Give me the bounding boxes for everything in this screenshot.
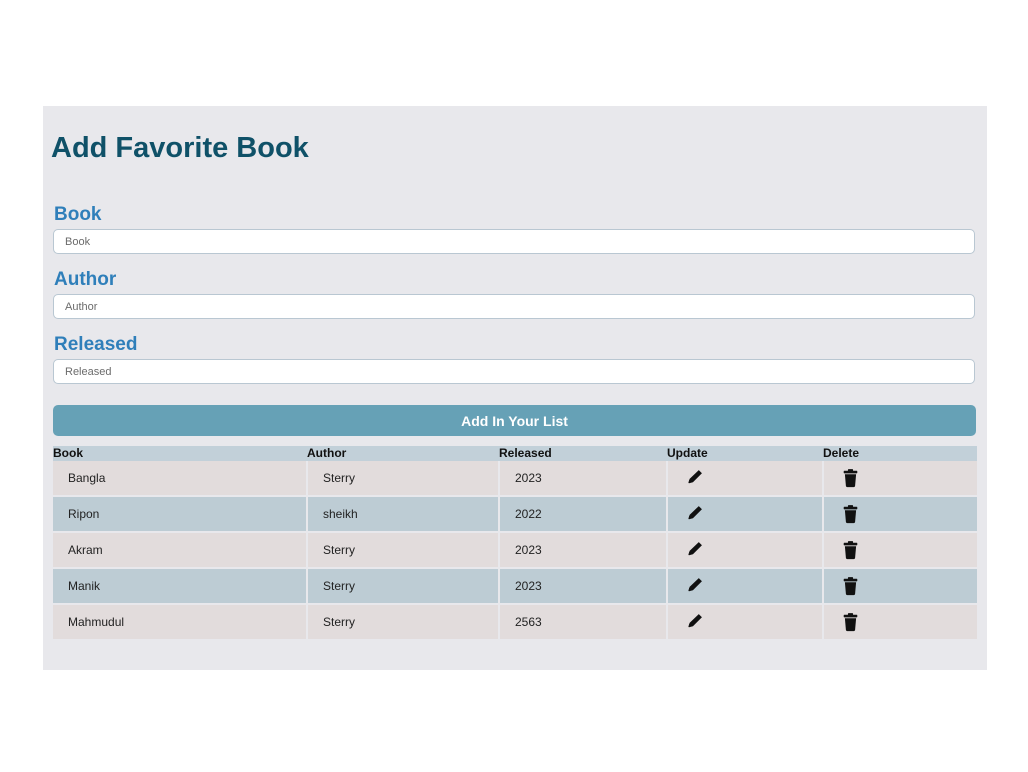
table-row: Mahmudul Sterry 2563 (53, 604, 977, 641)
cell-delete (823, 496, 977, 533)
cell-delete (823, 461, 977, 497)
table-row: Akram Sterry 2023 (53, 532, 977, 569)
cell-author: Sterry (307, 532, 500, 569)
page-title: Add Favorite Book (51, 132, 309, 164)
cell-author: Sterry (307, 461, 500, 497)
header-update: Update (667, 446, 823, 461)
author-input[interactable] (53, 294, 975, 319)
table-header-row: Book Author Released Update Delete (53, 446, 977, 461)
cell-book: Akram (53, 532, 308, 569)
cell-author: Sterry (307, 568, 500, 605)
table-row: Ripon sheikh 2022 (53, 496, 977, 533)
add-in-list-button[interactable]: Add In Your List (53, 405, 976, 436)
cell-update (667, 604, 824, 641)
cell-update (667, 532, 824, 569)
table-row: Bangla Sterry 2023 (53, 461, 977, 497)
pencil-icon[interactable] (686, 612, 704, 632)
trash-icon[interactable] (842, 504, 860, 524)
cell-book: Manik (53, 568, 308, 605)
header-delete: Delete (823, 446, 977, 461)
trash-icon[interactable] (842, 576, 860, 596)
header-released: Released (499, 446, 667, 461)
trash-icon[interactable] (842, 540, 860, 560)
cell-delete (823, 532, 977, 569)
cell-book: Bangla (53, 461, 308, 497)
cell-released: 2023 (499, 568, 668, 605)
book-label: Book (54, 204, 102, 225)
pencil-icon[interactable] (686, 468, 704, 488)
header-book: Book (53, 446, 307, 461)
pencil-icon[interactable] (686, 504, 704, 524)
cell-update (667, 461, 824, 497)
cell-author: sheikh (307, 496, 500, 533)
cell-released: 2563 (499, 604, 668, 641)
cell-author: Sterry (307, 604, 500, 641)
cell-book: Ripon (53, 496, 308, 533)
cell-update (667, 568, 824, 605)
author-label: Author (54, 269, 117, 290)
header-author: Author (307, 446, 499, 461)
add-book-panel: Add Favorite Book Book Author Released A… (43, 106, 987, 670)
cell-delete (823, 604, 977, 641)
cell-released: 2023 (499, 461, 668, 497)
released-label: Released (54, 334, 138, 355)
cell-update (667, 496, 824, 533)
trash-icon[interactable] (842, 612, 860, 632)
table-body: Bangla Sterry 2023 Ripon sheikh 2022 Akram Ster… (53, 461, 977, 641)
released-input[interactable] (53, 359, 975, 384)
trash-icon[interactable] (842, 468, 860, 488)
books-table: Book Author Released Update Delete Bangl… (53, 446, 977, 641)
cell-released: 2022 (499, 496, 668, 533)
pencil-icon[interactable] (686, 576, 704, 596)
book-input[interactable] (53, 229, 975, 254)
table-row: Manik Sterry 2023 (53, 568, 977, 605)
cell-book: Mahmudul (53, 604, 308, 641)
cell-delete (823, 568, 977, 605)
cell-released: 2023 (499, 532, 668, 569)
pencil-icon[interactable] (686, 540, 704, 560)
